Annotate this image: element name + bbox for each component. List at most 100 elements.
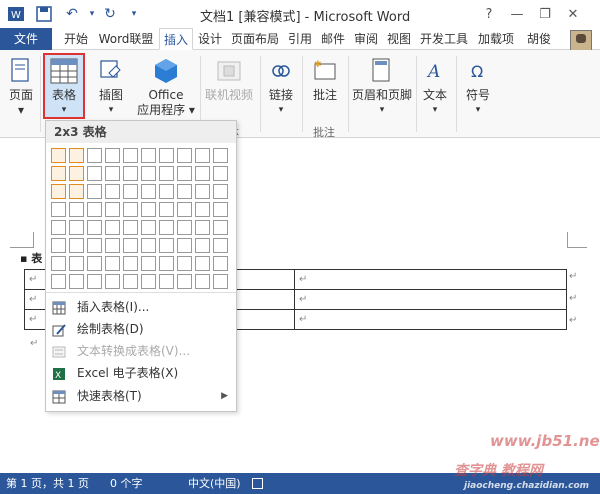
language-indicator[interactable]: 中文(中国) xyxy=(188,473,241,494)
grid-cell[interactable] xyxy=(87,148,102,163)
grid-cell[interactable] xyxy=(195,256,210,271)
grid-cell[interactable] xyxy=(141,184,156,199)
grid-cell[interactable] xyxy=(177,166,192,181)
grid-cell[interactable] xyxy=(69,202,84,217)
redo-icon[interactable]: ↻ xyxy=(100,4,120,24)
grid-cell[interactable] xyxy=(51,184,66,199)
save-icon[interactable] xyxy=(34,4,54,24)
symbol-button[interactable]: Ω 符号 ▾ xyxy=(460,54,496,118)
link-button[interactable]: 链接 ▾ xyxy=(263,54,299,118)
grid-cell[interactable] xyxy=(177,202,192,217)
grid-cell[interactable] xyxy=(69,274,84,289)
quick-tables-menu-item[interactable]: 快速表格(T) ▶ xyxy=(46,385,236,407)
grid-cell[interactable] xyxy=(195,166,210,181)
tab-references[interactable]: 引用 xyxy=(284,28,316,50)
grid-cell[interactable] xyxy=(87,274,102,289)
grid-cell[interactable] xyxy=(159,274,174,289)
grid-cell[interactable] xyxy=(51,148,66,163)
grid-cell[interactable] xyxy=(69,148,84,163)
grid-cell[interactable] xyxy=(123,184,138,199)
grid-cell[interactable] xyxy=(123,256,138,271)
grid-cell[interactable] xyxy=(141,274,156,289)
user-avatar[interactable] xyxy=(570,30,592,52)
convert-text-to-table-menu-item[interactable]: 文本转换成表格(V)... xyxy=(46,340,236,362)
grid-cell[interactable] xyxy=(87,220,102,235)
tab-view[interactable]: 视图 xyxy=(383,28,415,50)
grid-cell[interactable] xyxy=(105,202,120,217)
table-cell[interactable]: ↵ xyxy=(294,289,567,310)
tab-home[interactable]: 开始 xyxy=(60,28,92,50)
help-button[interactable]: ? xyxy=(478,4,500,24)
grid-cell[interactable] xyxy=(105,184,120,199)
undo-icon[interactable]: ↶ xyxy=(62,4,82,24)
undo-dropdown-icon[interactable]: ▾ xyxy=(82,4,102,24)
grid-cell[interactable] xyxy=(213,148,228,163)
grid-cell[interactable] xyxy=(159,166,174,181)
grid-cell[interactable] xyxy=(213,184,228,199)
grid-cell[interactable] xyxy=(159,238,174,253)
grid-cell[interactable] xyxy=(141,220,156,235)
grid-cell[interactable] xyxy=(87,202,102,217)
excel-spreadsheet-menu-item[interactable]: X Excel 电子表格(X) xyxy=(46,362,236,384)
grid-cell[interactable] xyxy=(123,274,138,289)
grid-cell[interactable] xyxy=(51,238,66,253)
grid-cell[interactable] xyxy=(213,220,228,235)
grid-cell[interactable] xyxy=(159,220,174,235)
grid-cell[interactable] xyxy=(123,238,138,253)
grid-cell[interactable] xyxy=(105,238,120,253)
grid-cell[interactable] xyxy=(87,238,102,253)
tab-mailings[interactable]: 邮件 xyxy=(317,28,349,50)
grid-cell[interactable] xyxy=(69,184,84,199)
tab-word-lianmeng[interactable]: Word联盟 xyxy=(94,28,158,50)
grid-cell[interactable] xyxy=(159,148,174,163)
grid-cell[interactable] xyxy=(195,148,210,163)
grid-cell[interactable] xyxy=(195,238,210,253)
minimize-button[interactable]: — xyxy=(506,4,528,24)
online-video-button[interactable]: 联机视频 xyxy=(202,54,256,118)
office-apps-button[interactable]: Office 应用程序 ▾ xyxy=(134,54,198,118)
restore-button[interactable]: ❐ xyxy=(534,4,556,24)
grid-cell[interactable] xyxy=(87,256,102,271)
grid-cell[interactable] xyxy=(51,166,66,181)
grid-cell[interactable] xyxy=(195,202,210,217)
table-cell[interactable]: ↵ xyxy=(294,269,567,290)
grid-cell[interactable] xyxy=(51,220,66,235)
grid-cell[interactable] xyxy=(177,220,192,235)
grid-cell[interactable] xyxy=(69,220,84,235)
grid-cell[interactable] xyxy=(69,166,84,181)
tab-review[interactable]: 审阅 xyxy=(350,28,382,50)
grid-cell[interactable] xyxy=(141,166,156,181)
grid-cell[interactable] xyxy=(105,220,120,235)
grid-cell[interactable] xyxy=(51,274,66,289)
tab-addins[interactable]: 加载项 xyxy=(473,28,519,50)
table-button[interactable]: 表格 ▾ xyxy=(45,54,83,118)
page-count[interactable]: 第 1 页，共 1 页 xyxy=(6,473,89,494)
grid-cell[interactable] xyxy=(51,202,66,217)
table-cell[interactable]: ↵ xyxy=(294,309,567,330)
comment-button[interactable]: ✱ 批注 xyxy=(306,54,344,118)
grid-cell[interactable] xyxy=(213,274,228,289)
draw-table-menu-item[interactable]: 绘制表格(D) xyxy=(46,318,236,340)
grid-cell[interactable] xyxy=(195,274,210,289)
tab-developer[interactable]: 开发工具 xyxy=(416,28,472,50)
word-count[interactable]: 0 个字 xyxy=(110,473,143,494)
tab-insert[interactable]: 插入 xyxy=(159,28,193,50)
user-name[interactable]: 胡俊 xyxy=(522,28,556,50)
header-footer-button[interactable]: 页眉和页脚 ▾ xyxy=(350,54,414,118)
grid-cell[interactable] xyxy=(159,256,174,271)
grid-cell[interactable] xyxy=(51,256,66,271)
grid-cell[interactable] xyxy=(105,274,120,289)
grid-cell[interactable] xyxy=(123,202,138,217)
grid-cell[interactable] xyxy=(87,166,102,181)
grid-cell[interactable] xyxy=(141,148,156,163)
grid-cell[interactable] xyxy=(123,148,138,163)
grid-cell[interactable] xyxy=(123,166,138,181)
text-button[interactable]: A 文本 ▾ xyxy=(418,54,452,118)
tab-page-layout[interactable]: 页面布局 xyxy=(227,28,283,50)
grid-cell[interactable] xyxy=(213,238,228,253)
grid-cell[interactable] xyxy=(123,220,138,235)
grid-cell[interactable] xyxy=(159,184,174,199)
grid-cell[interactable] xyxy=(195,220,210,235)
insert-table-menu-item[interactable]: 插入表格(I)... xyxy=(46,296,236,318)
grid-cell[interactable] xyxy=(141,238,156,253)
